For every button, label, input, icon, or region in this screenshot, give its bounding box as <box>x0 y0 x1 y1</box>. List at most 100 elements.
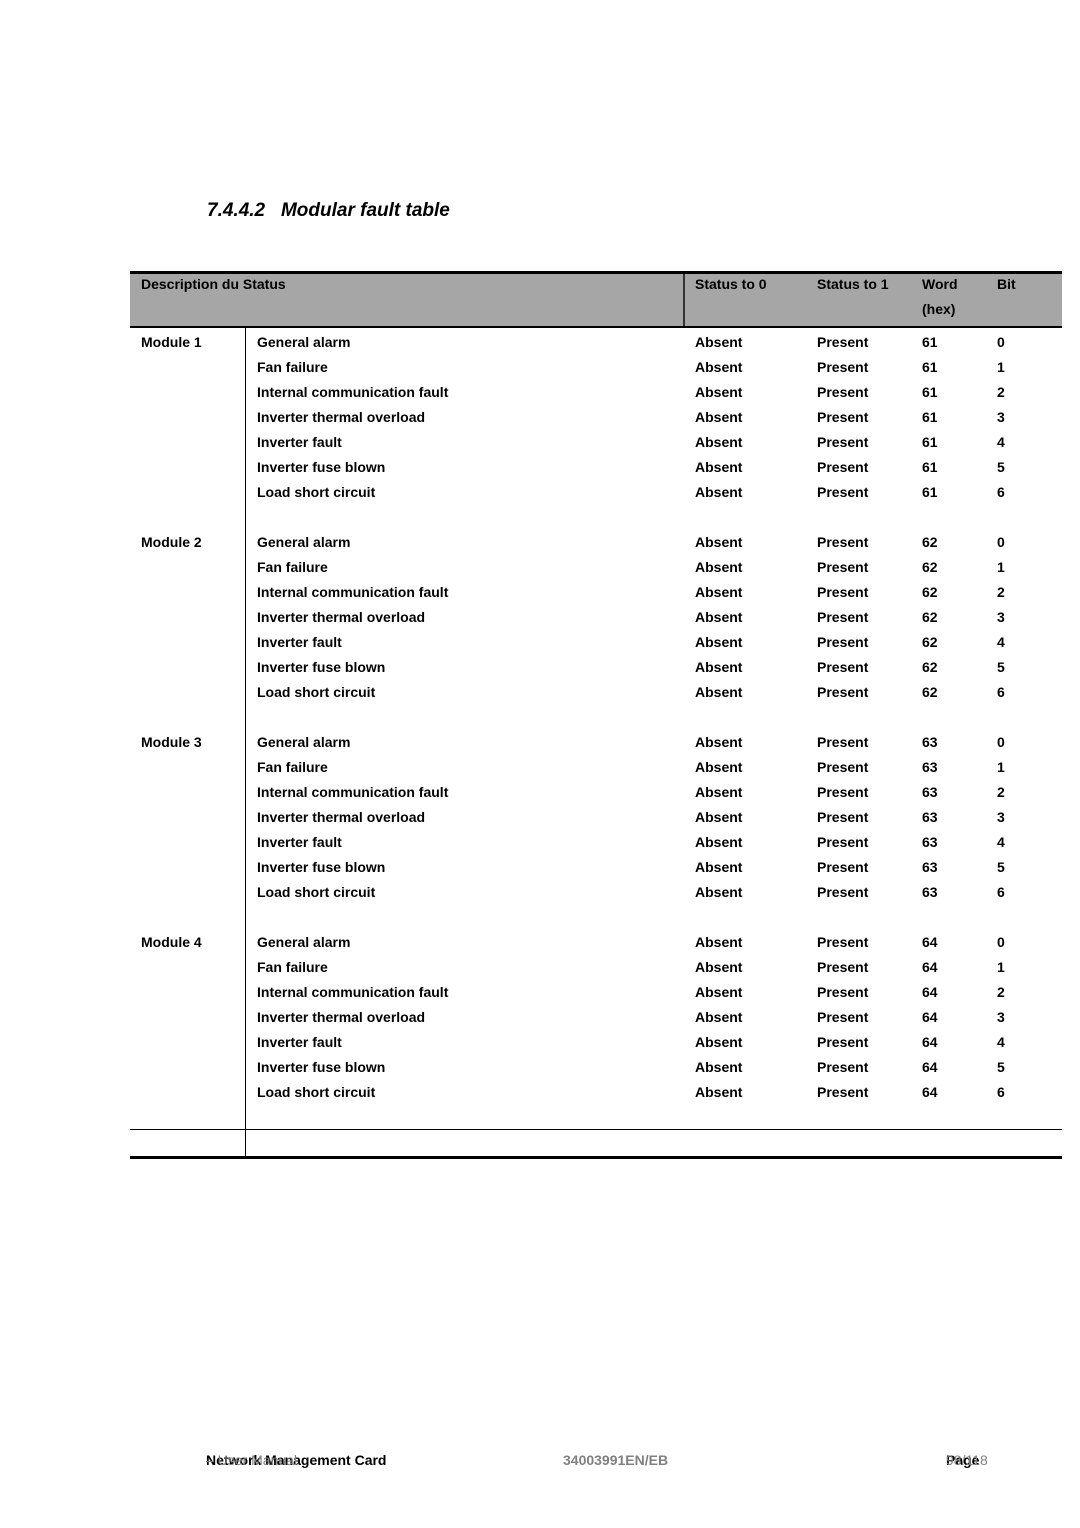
description-cell: Fan failure <box>257 559 328 575</box>
status1-cell: Present <box>817 634 869 650</box>
status1-cell: Present <box>817 559 869 575</box>
table-row: Module 4 General alarm Absent Present 64 0 <box>130 932 1062 957</box>
description-cell: General alarm <box>257 934 351 950</box>
status0-cell: Absent <box>695 734 743 750</box>
header-bit: Bit <box>997 276 1016 292</box>
status1-cell: Present <box>817 384 869 400</box>
table-row: Load short circuit Absent Present 62 6 <box>130 682 1062 707</box>
status1-cell: Present <box>817 784 869 800</box>
status1-cell: Present <box>817 834 869 850</box>
description-cell: Fan failure <box>257 359 328 375</box>
bit-cell: 4 <box>997 634 1005 650</box>
description-cell: Internal communication fault <box>257 584 449 600</box>
bit-cell: 3 <box>997 1009 1005 1025</box>
bit-cell: 6 <box>997 1084 1005 1100</box>
description-cell: Load short circuit <box>257 684 376 700</box>
bit-cell: 2 <box>997 584 1005 600</box>
description-cell: Load short circuit <box>257 484 376 500</box>
word-cell: 63 <box>922 734 938 750</box>
description-cell: Internal communication fault <box>257 784 449 800</box>
word-cell: 61 <box>922 484 938 500</box>
status0-cell: Absent <box>695 834 743 850</box>
bit-cell: 3 <box>997 809 1005 825</box>
table-row: Internal communication fault Absent Presen… <box>130 582 1062 607</box>
status1-cell: Present <box>817 884 869 900</box>
word-cell: 63 <box>922 784 938 800</box>
description-cell: Inverter thermal overload <box>257 409 426 425</box>
word-cell: 62 <box>922 634 938 650</box>
description-cell: Internal communication fault <box>257 984 449 1000</box>
table-row: Inverter fault Absent Present 63 4 <box>130 832 1062 857</box>
description-cell: General alarm <box>257 734 351 750</box>
word-cell: 62 <box>922 659 938 675</box>
status0-cell: Absent <box>695 484 743 500</box>
status0-cell: Absent <box>695 384 743 400</box>
description-cell: Inverter thermal overload <box>257 809 426 825</box>
status0-cell: Absent <box>695 334 743 350</box>
status1-cell: Present <box>817 759 869 775</box>
status1-cell: Present <box>817 334 869 350</box>
bit-cell: 4 <box>997 434 1005 450</box>
status0-cell: Absent <box>695 859 743 875</box>
table-row: Inverter fault Absent Present 64 4 <box>130 1032 1062 1057</box>
word-cell: 63 <box>922 884 938 900</box>
status1-cell: Present <box>817 434 869 450</box>
status0-cell: Absent <box>695 559 743 575</box>
status1-cell: Present <box>817 859 869 875</box>
status0-cell: Absent <box>695 534 743 550</box>
status1-cell: Present <box>817 659 869 675</box>
table-row: Inverter thermal overload Absent Present 62… <box>130 607 1062 632</box>
table-bottom-rule <box>130 1156 1062 1159</box>
status1-cell: Present <box>817 459 869 475</box>
bit-cell: 2 <box>997 784 1005 800</box>
description-cell: Inverter fuse blown <box>257 1059 386 1075</box>
status0-cell: Absent <box>695 434 743 450</box>
word-cell: 63 <box>922 859 938 875</box>
status0-cell: Absent <box>695 1059 743 1075</box>
word-cell: 61 <box>922 334 938 350</box>
description-cell: Load short circuit <box>257 1084 376 1100</box>
word-cell: 64 <box>922 934 938 950</box>
word-cell: 63 <box>922 834 938 850</box>
status1-cell: Present <box>817 409 869 425</box>
status1-cell: Present <box>817 1009 869 1025</box>
module-cell: Module 4 <box>141 934 202 950</box>
status0-cell: Absent <box>695 684 743 700</box>
description-cell: Fan failure <box>257 959 328 975</box>
header-status1: Status to 1 <box>817 276 889 292</box>
header-status0: Status to 0 <box>695 276 767 292</box>
status1-cell: Present <box>817 534 869 550</box>
description-cell: Inverter fault <box>257 1034 342 1050</box>
bit-cell: 0 <box>997 534 1005 550</box>
word-cell: 64 <box>922 1059 938 1075</box>
table-row: Inverter fault Absent Present 61 4 <box>130 432 1062 457</box>
bit-cell: 6 <box>997 684 1005 700</box>
table-row: Internal communication fault Absent Presen… <box>130 782 1062 807</box>
table-row: Fan failure Absent Present 64 1 <box>130 957 1062 982</box>
bit-cell: 5 <box>997 1059 1005 1075</box>
word-cell: 63 <box>922 809 938 825</box>
word-cell: 63 <box>922 759 938 775</box>
word-cell: 64 <box>922 984 938 1000</box>
bit-cell: 1 <box>997 559 1005 575</box>
status0-cell: Absent <box>695 784 743 800</box>
table-row: Internal communication fault Absent Presen… <box>130 982 1062 1007</box>
bit-cell: 1 <box>997 759 1005 775</box>
status1-cell: Present <box>817 959 869 975</box>
footer-page-number: 98/118 <box>946 1452 988 1468</box>
table-empty-row <box>130 1129 1062 1156</box>
status0-cell: Absent <box>695 459 743 475</box>
description-cell: Inverter fuse blown <box>257 659 386 675</box>
bit-cell: 2 <box>997 384 1005 400</box>
table-row: Inverter fault Absent Present 62 4 <box>130 632 1062 657</box>
status1-cell: Present <box>817 684 869 700</box>
bit-cell: 4 <box>997 834 1005 850</box>
bit-cell: 5 <box>997 859 1005 875</box>
status0-cell: Absent <box>695 984 743 1000</box>
status0-cell: Absent <box>695 634 743 650</box>
word-cell: 62 <box>922 684 938 700</box>
status0-cell: Absent <box>695 959 743 975</box>
header-word: Word <box>922 276 958 292</box>
status0-cell: Absent <box>695 409 743 425</box>
description-cell: Internal communication fault <box>257 384 449 400</box>
